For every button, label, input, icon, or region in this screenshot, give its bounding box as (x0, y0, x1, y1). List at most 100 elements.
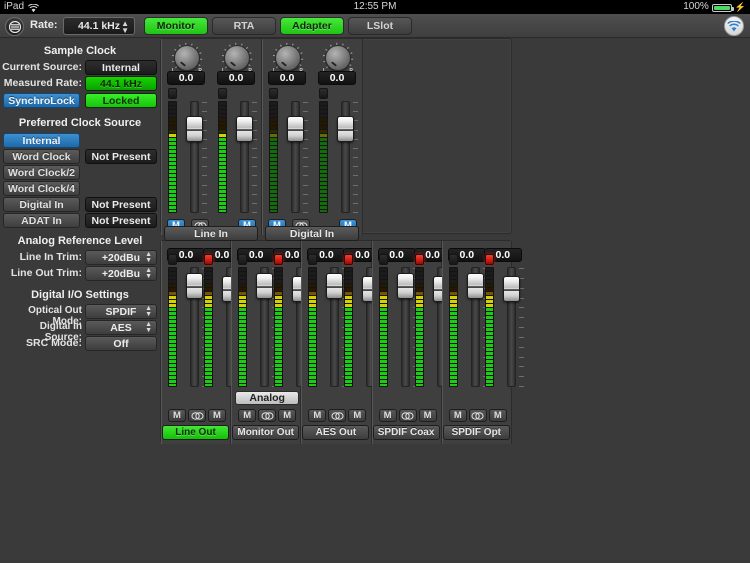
mute-button[interactable]: M (238, 409, 257, 422)
fader-handle[interactable] (502, 276, 520, 302)
clip-indicator[interactable] (218, 88, 227, 99)
fader-handle[interactable] (186, 116, 203, 142)
clip-indicator[interactable] (308, 254, 318, 265)
fader-handle[interactable] (287, 116, 304, 142)
sample-rate-select[interactable]: 44.1 kHz ▲ ▼ (63, 17, 135, 35)
clip-indicator[interactable] (484, 254, 494, 265)
output-source-button[interactable]: Analog (235, 391, 300, 405)
mute-button[interactable]: M (448, 409, 467, 422)
mute-button[interactable]: M (168, 409, 186, 422)
fader-handle[interactable] (236, 116, 253, 142)
strip-name-button[interactable]: SPDIF Coax (372, 425, 440, 440)
pan-knob[interactable] (174, 45, 200, 71)
src-mode-value: Off (113, 337, 129, 350)
stereo-link-icon[interactable] (468, 409, 487, 422)
mute-button[interactable]: M (378, 409, 397, 422)
level-meter (319, 101, 328, 213)
src-mode-label: SRC Mode: (26, 337, 82, 349)
channel-level-value[interactable]: 0.0 (318, 71, 356, 85)
clock-source-word-clock[interactable]: Word Clock (3, 149, 80, 164)
fader-handle[interactable] (466, 273, 484, 299)
app-root: iPad 12:55 PM 100% ⚡ Rate: 44.1 kHz ▲ ▼ … (0, 0, 750, 563)
stereo-link-icon[interactable] (398, 409, 417, 422)
clip-indicator[interactable] (168, 254, 177, 265)
level-meter (274, 267, 284, 387)
wifi-connection-button[interactable] (724, 16, 744, 36)
clip-indicator[interactable] (344, 254, 354, 265)
channel-level-value[interactable]: 0.0 (167, 71, 205, 85)
clip-indicator[interactable] (204, 254, 213, 265)
mixer-strip-group-aes-out: 0.0 M 0.0 M (301, 241, 384, 444)
stereo-link-icon[interactable] (258, 409, 277, 422)
channel-level-value[interactable]: 0.0 (268, 71, 306, 85)
strip-name-button[interactable]: Line Out (162, 425, 229, 440)
line-in-trim-select[interactable]: +20dBu ▲ ▼ (85, 250, 157, 265)
clip-indicator[interactable] (448, 254, 458, 265)
strip-name-button[interactable]: Monitor Out (232, 425, 300, 440)
inputs-mixer-panel: LR0.0MLR0.0MLR0.0MLR0.0M (160, 38, 512, 235)
tab-adapter[interactable]: Adapter (280, 17, 344, 35)
mixer-strip-group-spdif-opt: 0.0 M 0.0 M (441, 241, 524, 444)
preferred-clock-source-title: Preferred Clock Source (18, 117, 142, 129)
mute-button[interactable]: M (348, 409, 367, 422)
strip-name-button[interactable]: Digital In (265, 226, 359, 241)
mute-button[interactable]: M (308, 409, 327, 422)
line-out-trim-select[interactable]: +20dBu ▲ ▼ (85, 266, 157, 281)
stereo-link-icon[interactable] (188, 409, 206, 422)
tab-lslot[interactable]: LSlot (348, 17, 412, 35)
tab-rta[interactable]: RTA (212, 17, 276, 35)
level-meter (168, 267, 177, 387)
level-meter (308, 267, 318, 387)
stepper-caret-icon: ▲ ▼ (145, 267, 152, 280)
pan-knob[interactable] (224, 45, 250, 71)
clock-source-adat-in-status: Not Present (85, 213, 157, 228)
stepper-caret-icon: ▲ ▼ (145, 305, 152, 318)
clock-source-adat-in[interactable]: ADAT In (3, 213, 80, 228)
fader-handle[interactable] (256, 273, 274, 299)
level-meter (344, 267, 354, 387)
clock-source-internal[interactable]: Internal (3, 133, 80, 148)
clock-source-word-clock-status: Not Present (85, 149, 157, 164)
channel-level-value[interactable]: 0.0 (217, 71, 255, 85)
pan-knob[interactable] (325, 45, 351, 71)
mute-button[interactable]: M (488, 409, 507, 422)
clock-source-word-clock-4[interactable]: Word Clock/4 (3, 181, 80, 196)
mute-button[interactable]: M (278, 409, 297, 422)
fader-handle[interactable] (186, 273, 203, 299)
strip-name-button[interactable]: AES Out (302, 425, 370, 440)
mixer-strip-group-monitor-out: 0.0 M 0.0 M Analog (231, 241, 314, 444)
pan-knob[interactable] (275, 45, 301, 71)
sample-clock-title: Sample Clock (43, 45, 117, 57)
clip-indicator[interactable] (238, 254, 248, 265)
optical-out-mode-select[interactable]: SPDIF ▲ ▼ (85, 304, 157, 319)
measured-rate-value: 44.1 kHz (85, 76, 157, 91)
tab-monitor[interactable]: Monitor (144, 17, 208, 35)
level-meter (168, 101, 177, 213)
clip-indicator[interactable] (274, 254, 284, 265)
level-meter (238, 267, 248, 387)
synchrolock-button[interactable]: SynchroLock (3, 93, 80, 108)
digital-in-source-select[interactable]: AES ▲ ▼ (85, 320, 157, 335)
clip-indicator[interactable] (269, 88, 278, 99)
mute-button[interactable]: M (208, 409, 226, 422)
hamburger-menu-icon[interactable] (5, 17, 24, 36)
clip-indicator[interactable] (168, 88, 177, 99)
battery-icon (711, 4, 734, 12)
fader-handle[interactable] (326, 273, 344, 299)
outputs-mixer-panel: 0.0 M 0.0 M 0.0 M 0.0 M Analog 0.0 M 0.0 M 0.0 M 0.0 M 0.… (160, 240, 524, 444)
clock-source-word-clock-2[interactable]: Word Clock/2 (3, 165, 80, 180)
stepper-caret-icon: ▲ ▼ (145, 251, 152, 264)
clock-source-digital-in[interactable]: Digital In (3, 197, 80, 212)
fader-handle[interactable] (396, 273, 414, 299)
clip-indicator[interactable] (319, 88, 328, 99)
tab-monitor-label: Monitor (156, 20, 196, 32)
src-mode-select[interactable]: Off (85, 336, 157, 351)
clip-indicator[interactable] (378, 254, 388, 265)
strip-name-button[interactable]: SPDIF Opt (442, 425, 510, 440)
clip-indicator[interactable] (414, 254, 424, 265)
mute-button[interactable]: M (418, 409, 437, 422)
strip-name-button[interactable]: Line In (164, 226, 258, 241)
fader-handle[interactable] (337, 116, 354, 142)
stereo-link-icon[interactable] (328, 409, 347, 422)
mixer-strip-group-line-in: LR0.0MLR0.0M (161, 39, 262, 235)
